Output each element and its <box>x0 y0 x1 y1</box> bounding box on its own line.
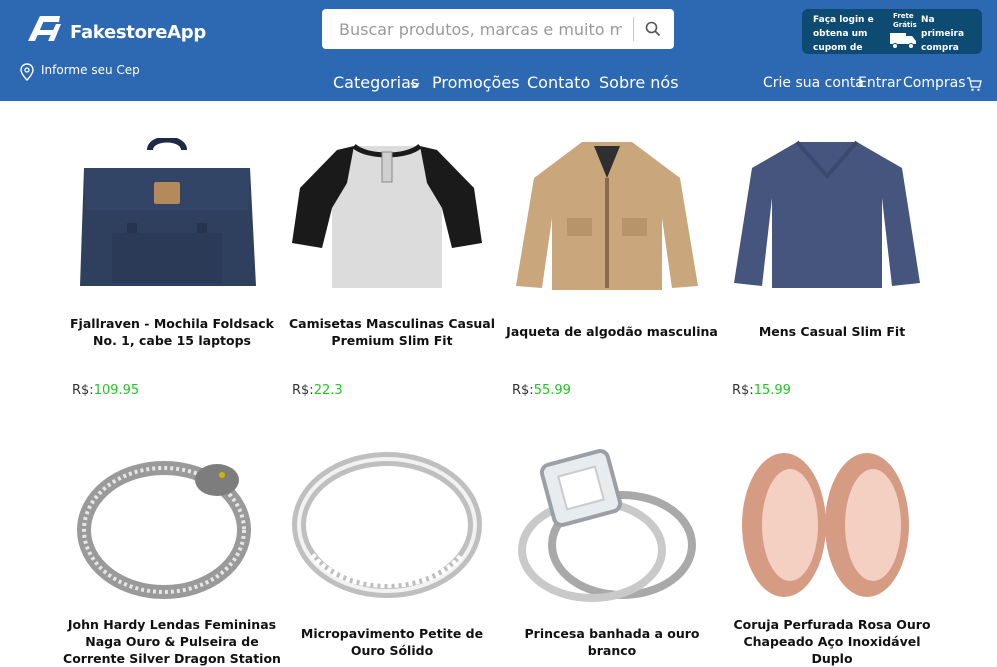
create-account-link[interactable]: Crie sua conta <box>763 75 864 91</box>
cep-label: Informe seu Cep <box>41 63 140 77</box>
product-title[interactable]: Princesa banhada a ouro branco <box>502 625 722 659</box>
product-image-longsleeve-shirt[interactable] <box>732 138 922 298</box>
product-title[interactable]: John Hardy Lendas Femininas Naga Ouro & … <box>62 616 282 667</box>
location-pin-icon <box>20 63 34 81</box>
nav-contato[interactable]: Contato <box>527 73 590 92</box>
login-link[interactable]: Entrar <box>858 75 901 91</box>
product-image-dragon-bracelet[interactable] <box>72 445 262 605</box>
product-title[interactable]: Coruja Perfurada Rosa Ouro Chapeado Aço … <box>722 616 942 667</box>
product-image-pave-ring[interactable] <box>292 445 482 605</box>
nav-sobre[interactable]: Sobre nós <box>599 73 679 92</box>
product-image-backpack[interactable] <box>72 138 262 298</box>
search-divider <box>633 17 634 41</box>
promo-login-text: Faça login e obtena um cupom de <box>813 15 874 53</box>
product-title[interactable]: Camisetas Masculinas Casual Premium Slim… <box>282 315 502 349</box>
search-bar <box>322 9 674 49</box>
product-title[interactable]: Fjallraven - Mochila Foldsack No. 1, cab… <box>62 315 282 349</box>
nav-promocoes[interactable]: Promoções <box>432 73 520 92</box>
cart-icon[interactable] <box>966 76 982 92</box>
brand-logo-icon[interactable] <box>26 14 62 42</box>
chevron-down-icon[interactable] <box>409 80 421 90</box>
promo-banner[interactable]: Faça login e obtena um cupom de Frete Gr… <box>802 9 982 54</box>
nav-categorias[interactable]: Categorias <box>333 73 419 92</box>
product-price: R$:15.99 <box>732 383 791 398</box>
product-image-raglan-tshirt[interactable] <box>292 138 482 298</box>
truck-icon <box>890 33 916 49</box>
header: FakestoreApp Faça login e obtena um cupo… <box>0 0 997 101</box>
product-title[interactable]: Micropavimento Petite de Ouro Sólido <box>282 625 502 659</box>
product-image-cotton-jacket[interactable] <box>512 138 702 298</box>
promo-first-purchase-text: Na primeira compra <box>921 15 965 53</box>
product-price: R$:22.3 <box>292 383 343 398</box>
brand-name[interactable]: FakestoreApp <box>70 22 206 43</box>
product-image-princess-ring-set[interactable] <box>512 445 702 605</box>
product-title[interactable]: Jaqueta de algodão masculina <box>502 323 722 340</box>
search-input[interactable] <box>322 9 622 49</box>
search-icon[interactable] <box>645 21 661 37</box>
product-image-rose-gold-plugs[interactable] <box>732 445 922 605</box>
free-shipping-badge: Frete Grátis <box>893 12 917 29</box>
purchases-link[interactable]: Compras <box>903 75 966 91</box>
product-title[interactable]: Mens Casual Slim Fit <box>722 323 942 340</box>
product-price: R$:55.99 <box>512 383 571 398</box>
product-price: R$:109.95 <box>72 383 140 398</box>
